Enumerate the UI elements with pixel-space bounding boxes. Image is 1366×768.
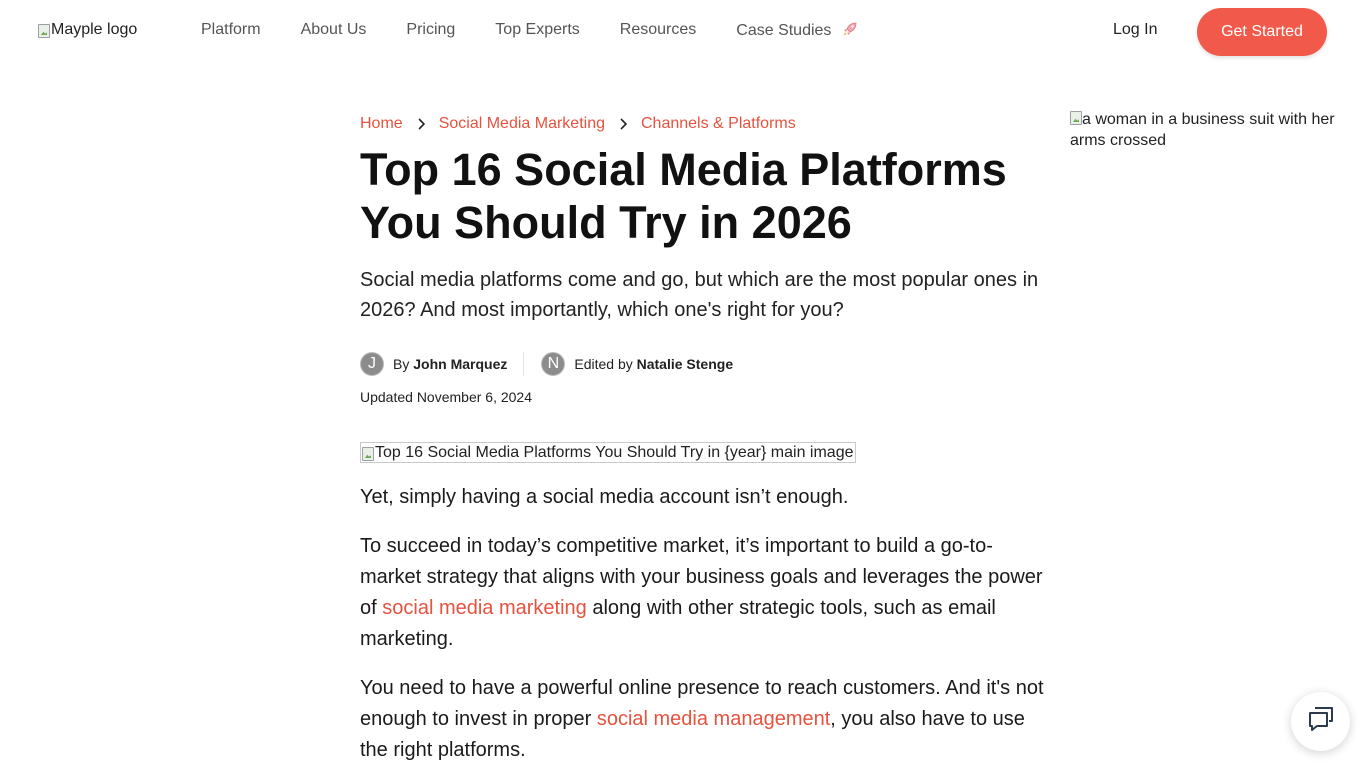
nav-platform[interactable]: Platform: [201, 21, 261, 40]
broken-image-icon: [1070, 111, 1082, 125]
author-prefix: By: [393, 356, 410, 372]
rocket-icon: [837, 22, 857, 39]
article-main-image: Top 16 Social Media Platforms You Should…: [360, 442, 856, 463]
sidebar-image-alt-text: a woman in a business suit with her arms…: [1070, 111, 1335, 149]
main-image-alt-text: Top 16 Social Media Platforms You Should…: [375, 444, 854, 461]
mayple-logo[interactable]: Mayple logo: [38, 21, 137, 39]
get-started-button[interactable]: Get Started: [1197, 8, 1327, 56]
breadcrumb-channels-platforms[interactable]: Channels & Platforms: [641, 115, 796, 133]
nav-top-experts[interactable]: Top Experts: [495, 21, 579, 40]
main-nav: Platform About Us Pricing Top Experts Re…: [201, 21, 858, 40]
article-paragraph-2: To succeed in today’s competitive market…: [360, 531, 1050, 655]
divider: [523, 352, 525, 376]
nav-case-studies[interactable]: Case Studies: [736, 21, 857, 40]
chevron-right-icon: [605, 118, 641, 130]
breadcrumb: Home Social Media Marketing Channels & P…: [360, 115, 796, 133]
nav-about-us[interactable]: About Us: [301, 21, 367, 40]
social-media-marketing-link[interactable]: social media marketing: [382, 597, 587, 619]
broken-image-icon: [362, 447, 374, 461]
login-link[interactable]: Log In: [1113, 21, 1157, 39]
chat-bubbles-icon: [1306, 704, 1336, 739]
social-media-management-link[interactable]: social media management: [597, 708, 830, 730]
author-line: J By John Marquez N Edited by Natalie St…: [360, 352, 733, 376]
author-byline: By John Marquez: [393, 356, 507, 372]
logo-alt-text: Mayple logo: [51, 21, 138, 38]
updated-date: Updated November 6, 2024: [360, 389, 532, 405]
editor-prefix: Edited by: [574, 356, 633, 372]
chevron-right-icon: [403, 118, 439, 130]
nav-case-studies-label: Case Studies: [736, 22, 832, 39]
nav-resources[interactable]: Resources: [620, 21, 696, 40]
article-subtitle: Social media platforms come and go, but …: [360, 269, 1039, 321]
nav-pricing[interactable]: Pricing: [406, 21, 455, 40]
sidebar-image[interactable]: a woman in a business suit with her arms…: [1070, 109, 1360, 151]
breadcrumb-home[interactable]: Home: [360, 115, 403, 133]
author-name[interactable]: John Marquez: [413, 356, 507, 372]
site-header: Mayple logo Platform About Us Pricing To…: [0, 0, 1366, 64]
editor-name[interactable]: Natalie Stenge: [637, 356, 733, 372]
editor-avatar: N: [541, 352, 566, 376]
article-paragraph-3: You need to have a powerful online prese…: [360, 673, 1050, 766]
breadcrumb-social-media-marketing[interactable]: Social Media Marketing: [439, 115, 605, 133]
editor-byline: Edited by Natalie Stenge: [574, 356, 733, 372]
article-title: Top 16 Social Media Platforms You Should…: [360, 144, 1007, 248]
chat-widget-button[interactable]: [1291, 692, 1350, 751]
article-paragraph-1: Yet, simply having a social media accoun…: [360, 486, 849, 508]
broken-image-icon: [38, 24, 50, 38]
author-avatar: J: [360, 352, 384, 376]
